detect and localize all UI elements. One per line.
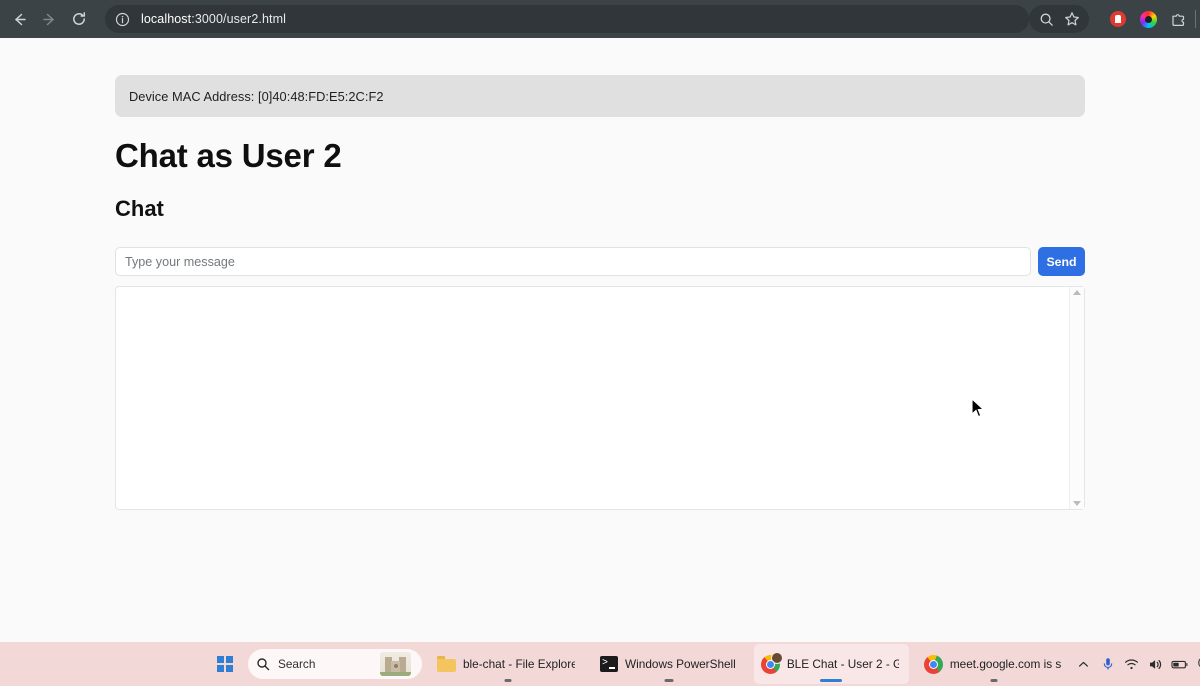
address-bar-url: localhost:3000/user2.html <box>141 12 286 26</box>
battery-icon[interactable] <box>1168 649 1192 679</box>
search-icon <box>248 657 278 671</box>
taskbar-items: Search ble-chat - File Explorer Windows … <box>206 644 1072 684</box>
info-circle-icon[interactable] <box>111 8 133 30</box>
reload-button[interactable] <box>64 4 94 34</box>
powershell-icon <box>600 656 618 672</box>
task-label: Windows PowerShell <box>625 657 736 671</box>
page-viewport: Device MAC Address: [0]40:48:FD:E5:2C:F2… <box>0 38 1200 642</box>
chevron-up-icon[interactable] <box>1072 649 1096 679</box>
chrome-icon <box>923 654 943 674</box>
chrome-icon <box>760 651 783 674</box>
chat-log-scrollbar[interactable] <box>1069 287 1084 509</box>
system-tray: 08/12 <box>1072 642 1200 686</box>
extensions-puzzle-icon[interactable] <box>1163 0 1193 38</box>
task-item-file-explorer[interactable]: ble-chat - File Explorer <box>430 644 585 684</box>
wifi-icon[interactable] <box>1120 649 1144 679</box>
task-indicator <box>504 679 511 682</box>
compose-row: Send <box>115 247 1085 276</box>
omnibox-action-group <box>1029 5 1089 33</box>
star-icon[interactable] <box>1059 6 1085 32</box>
browser-toolbar: localhost:3000/user2.html <box>0 0 1200 38</box>
task-label: BLE Chat - User 2 - Goo <box>786 657 899 671</box>
rainbow-circle-extension-icon[interactable] <box>1133 0 1163 38</box>
start-button[interactable] <box>206 644 244 684</box>
task-item-google-meet[interactable]: meet.google.com is sha <box>917 644 1072 684</box>
taskbar-search-box[interactable]: Search <box>248 649 422 679</box>
folder-icon <box>437 656 456 672</box>
chat-log[interactable] <box>116 287 1069 509</box>
avatar <box>770 651 783 664</box>
page-content: Device MAC Address: [0]40:48:FD:E5:2C:F2… <box>115 38 1085 510</box>
back-button[interactable] <box>4 4 34 34</box>
search-icon[interactable] <box>1033 6 1059 32</box>
windows-logo-icon <box>217 656 233 672</box>
red-circle-extension-icon[interactable] <box>1103 0 1133 38</box>
task-item-ble-chat[interactable]: BLE Chat - User 2 - Goo <box>753 644 909 684</box>
address-bar[interactable]: localhost:3000/user2.html <box>105 5 1029 33</box>
speaker-icon[interactable] <box>1144 649 1168 679</box>
forward-button[interactable] <box>34 4 64 34</box>
task-label: ble-chat - File Explorer <box>463 657 575 671</box>
mac-address-text: Device MAC Address: [0]40:48:FD:E5:2C:F2 <box>129 88 384 104</box>
toolbar-divider <box>1195 10 1196 28</box>
scroll-up-arrow-icon[interactable] <box>1073 290 1081 295</box>
toolbar-right-group <box>1029 0 1200 38</box>
task-label: meet.google.com is sha <box>949 657 1062 671</box>
task-indicator <box>820 679 843 682</box>
microphone-icon[interactable] <box>1096 649 1120 679</box>
chat-log-container <box>115 286 1085 510</box>
cathedral-thumbnail <box>380 652 411 676</box>
task-indicator <box>990 679 998 682</box>
task-indicator <box>664 679 674 682</box>
address-bar-host: localhost <box>141 12 192 26</box>
send-button[interactable]: Send <box>1038 247 1085 276</box>
message-input[interactable] <box>115 247 1031 276</box>
taskbar: Search ble-chat - File Explorer Windows … <box>0 642 1200 686</box>
mac-address-banner: Device MAC Address: [0]40:48:FD:E5:2C:F2 <box>115 75 1085 117</box>
taskbar-search-label: Search <box>278 657 316 671</box>
task-item-powershell[interactable]: Windows PowerShell <box>593 644 746 684</box>
address-bar-path: :3000/user2.html <box>191 12 286 26</box>
scroll-down-arrow-icon[interactable] <box>1073 501 1081 506</box>
chat-section-heading: Chat <box>115 196 164 221</box>
page-title: Chat as User 2 <box>115 137 342 174</box>
